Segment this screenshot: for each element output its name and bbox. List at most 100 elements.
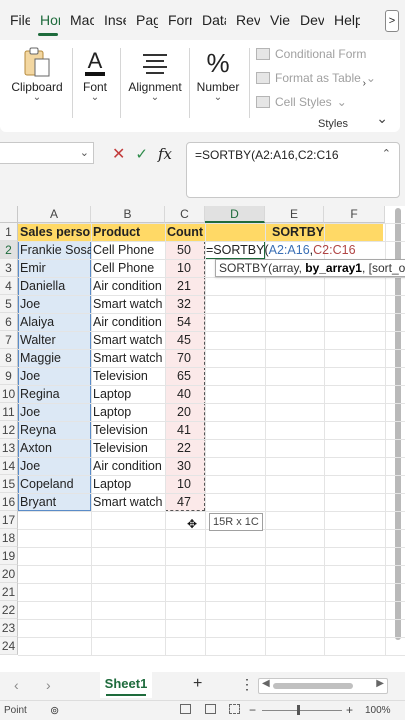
column-header-d[interactable]: D xyxy=(205,206,265,223)
row-header-12[interactable]: 12 xyxy=(0,421,18,439)
normal-view-icon[interactable] xyxy=(180,704,191,714)
cell-count[interactable]: 65 xyxy=(165,367,203,385)
cell-count[interactable]: 10 xyxy=(165,475,203,493)
cell-count[interactable]: 30 xyxy=(165,457,203,475)
horizontal-scrollbar[interactable]: ◀ ▶ xyxy=(258,678,388,694)
cell-product[interactable]: Smart watch xyxy=(91,349,165,367)
cell-product[interactable]: Television xyxy=(91,421,165,439)
format-as-table-button[interactable]: Format as Table ⌄ xyxy=(256,71,376,85)
cell-sales-person[interactable]: Copeland xyxy=(18,475,91,493)
cell-count[interactable]: 50 xyxy=(165,241,203,259)
row-header-14[interactable]: 14 xyxy=(0,457,18,475)
cell-sales-person[interactable]: Walter xyxy=(18,331,91,349)
row-header-23[interactable]: 23 xyxy=(0,619,18,637)
cell-sales-person[interactable]: Bryant xyxy=(18,493,91,511)
cell-count[interactable]: 10 xyxy=(165,259,203,277)
header-count[interactable]: Count xyxy=(165,223,215,241)
row-header-4[interactable]: 4 xyxy=(0,277,18,295)
cell-product[interactable]: Smart watch xyxy=(91,295,165,313)
cell-count[interactable]: 22 xyxy=(165,439,203,457)
clipboard-group[interactable]: Clipboard ⌄ xyxy=(8,46,66,103)
cell-count[interactable]: 32 xyxy=(165,295,203,313)
tab-hom[interactable]: Hom xyxy=(30,0,60,40)
cell-sales-person[interactable]: Regina xyxy=(18,385,91,403)
tab-deve[interactable]: Deve xyxy=(290,0,324,40)
chevron-right-icon[interactable]: › xyxy=(363,78,366,89)
cell-product[interactable]: Air condition xyxy=(91,457,165,475)
row-header-1[interactable]: 1 xyxy=(0,223,18,241)
row-header-5[interactable]: 5 xyxy=(0,295,18,313)
row-header-15[interactable]: 15 xyxy=(0,475,18,493)
cell-count[interactable]: 21 xyxy=(165,277,203,295)
cell-product[interactable]: Air condition xyxy=(91,277,165,295)
header-sales-person[interactable]: Sales person xyxy=(18,223,91,241)
header-product[interactable]: Product xyxy=(91,223,165,241)
tab-page[interactable]: Page xyxy=(126,0,158,40)
cell-sales-person[interactable]: Joe xyxy=(18,295,91,313)
tab-view[interactable]: View xyxy=(260,0,290,40)
cell-sales-person[interactable]: Reyna xyxy=(18,421,91,439)
row-header-11[interactable]: 11 xyxy=(0,403,18,421)
number-group[interactable]: % Number ⌄ xyxy=(193,46,243,103)
cell-count[interactable]: 20 xyxy=(165,403,203,421)
tab-data[interactable]: Data xyxy=(192,0,226,40)
tab-revie[interactable]: Revie xyxy=(226,0,260,40)
header-sortby[interactable]: SORTBY xyxy=(270,223,330,241)
cell-sales-person[interactable]: Alaiya xyxy=(18,313,91,331)
horizontal-scroll-thumb[interactable] xyxy=(273,683,353,689)
cell-product[interactable]: Cell Phone xyxy=(91,241,165,259)
cell-product[interactable]: Cell Phone xyxy=(91,259,165,277)
cell-product[interactable]: Laptop xyxy=(91,475,165,493)
cell-product[interactable]: Smart watch xyxy=(91,331,165,349)
more-options-icon[interactable]: ⋮ xyxy=(240,676,254,693)
sheet-tab[interactable]: Sheet1 xyxy=(100,672,152,698)
row-header-13[interactable]: 13 xyxy=(0,439,18,457)
conditional-formatting-button[interactable]: Conditional Form xyxy=(256,47,366,61)
zoom-in-icon[interactable]: + xyxy=(346,703,353,717)
name-box[interactable]: ⌄ xyxy=(0,142,94,164)
tab-form[interactable]: Form xyxy=(158,0,192,40)
function-tooltip[interactable]: SORTBY(array, by_array1, [sort_order xyxy=(215,259,405,277)
tab-help[interactable]: Help xyxy=(324,0,360,40)
zoom-out-icon[interactable]: − xyxy=(249,703,256,717)
row-header-16[interactable]: 16 xyxy=(0,493,18,511)
ribbon-tabs-more-button[interactable]: > xyxy=(385,10,399,32)
cell-sales-person[interactable]: Joe xyxy=(18,367,91,385)
cell-sales-person[interactable]: Axton xyxy=(18,439,91,457)
zoom-slider[interactable] xyxy=(262,710,342,711)
row-header-22[interactable]: 22 xyxy=(0,601,18,619)
column-header-e[interactable]: E xyxy=(265,206,324,223)
cell-product[interactable]: Air condition xyxy=(91,313,165,331)
tab-file[interactable]: File xyxy=(0,0,30,40)
row-header-9[interactable]: 9 xyxy=(0,367,18,385)
scroll-right-icon[interactable]: ▶ xyxy=(376,678,384,689)
cell-sales-person[interactable]: Emir xyxy=(18,259,91,277)
scroll-left-icon[interactable]: ◀ xyxy=(262,678,270,689)
accessibility-icon[interactable]: ⊚ xyxy=(50,704,59,717)
cancel-icon[interactable]: ✕ xyxy=(112,144,125,164)
cell-product[interactable]: Laptop xyxy=(91,403,165,421)
cell-count[interactable]: 41 xyxy=(165,421,203,439)
row-header-18[interactable]: 18 xyxy=(0,529,18,547)
collapse-ribbon-icon[interactable]: ⌄ xyxy=(376,110,388,127)
column-header-c[interactable]: C xyxy=(165,206,205,223)
zoom-slider-thumb[interactable] xyxy=(297,705,300,715)
chevron-left-icon[interactable]: ‹ xyxy=(14,677,19,693)
row-header-10[interactable]: 10 xyxy=(0,385,18,403)
chevron-right-icon[interactable]: › xyxy=(46,677,51,693)
cell-count[interactable]: 47 xyxy=(165,493,203,511)
formula-input[interactable]: =SORTBY(A2:A16,C2:C16 ⌃ xyxy=(186,142,400,198)
page-layout-icon[interactable] xyxy=(205,704,216,714)
cell-styles-button[interactable]: Cell Styles ⌄ xyxy=(256,95,347,109)
cell-product[interactable]: Laptop xyxy=(91,385,165,403)
select-all-corner[interactable] xyxy=(0,206,18,223)
enter-check-icon[interactable]: ✓ xyxy=(135,145,148,163)
row-header-17[interactable]: 17 xyxy=(0,511,18,529)
cell-sales-person[interactable]: Daniella xyxy=(18,277,91,295)
cell-product[interactable]: Smart watch xyxy=(91,493,165,511)
page-break-icon[interactable] xyxy=(229,704,240,714)
chevron-up-icon[interactable]: ⌃ xyxy=(382,147,391,160)
cell-sales-person[interactable]: Maggie xyxy=(18,349,91,367)
cell-count[interactable]: 54 xyxy=(165,313,203,331)
alignment-group[interactable]: Alignment ⌄ xyxy=(126,46,184,103)
